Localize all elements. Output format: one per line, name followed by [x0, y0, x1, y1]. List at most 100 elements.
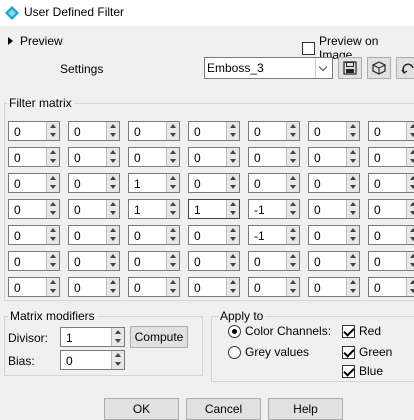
spin-arrows-icon[interactable] — [111, 351, 124, 369]
matrix-cell[interactable]: 0 — [8, 173, 60, 193]
matrix-cell[interactable]: 1 — [128, 199, 180, 219]
matrix-cell[interactable]: 1 — [188, 199, 240, 219]
matrix-cell[interactable]: 0 — [308, 199, 360, 219]
spin-arrows-icon[interactable] — [346, 148, 359, 166]
matrix-cell[interactable]: 0 — [128, 225, 180, 245]
spin-arrows-icon[interactable] — [166, 278, 179, 296]
spin-arrows-icon[interactable] — [166, 122, 179, 140]
matrix-cell[interactable]: 0 — [308, 277, 360, 297]
matrix-cell[interactable]: 0 — [368, 225, 414, 245]
matrix-cell[interactable]: 0 — [248, 121, 300, 141]
spin-arrows-icon[interactable] — [286, 148, 299, 166]
spin-arrows-icon[interactable] — [46, 122, 59, 140]
matrix-cell[interactable]: 0 — [308, 121, 360, 141]
settings-dropdown[interactable]: Emboss_3 — [204, 57, 333, 79]
spin-arrows-icon[interactable] — [166, 252, 179, 270]
spin-arrows-icon[interactable] — [286, 226, 299, 244]
spin-arrows-icon[interactable] — [226, 226, 239, 244]
matrix-cell[interactable]: 0 — [128, 121, 180, 141]
bias-spinbox[interactable]: 0 — [60, 350, 125, 370]
spin-arrows-icon[interactable] — [226, 174, 239, 192]
spin-arrows-icon[interactable] — [166, 226, 179, 244]
spin-arrows-icon[interactable] — [406, 226, 414, 244]
spin-arrows-icon[interactable] — [46, 148, 59, 166]
matrix-cell[interactable]: 0 — [188, 121, 240, 141]
matrix-cell[interactable]: 0 — [68, 277, 120, 297]
matrix-cell[interactable]: 0 — [368, 147, 414, 167]
spin-arrows-icon[interactable] — [406, 278, 414, 296]
matrix-cell[interactable]: 0 — [68, 173, 120, 193]
cancel-button[interactable]: Cancel — [186, 398, 261, 420]
spin-arrows-icon[interactable] — [46, 174, 59, 192]
spin-arrows-icon[interactable] — [406, 148, 414, 166]
matrix-cell[interactable]: 0 — [188, 147, 240, 167]
spin-arrows-icon[interactable] — [106, 226, 119, 244]
spin-arrows-icon[interactable] — [46, 200, 59, 218]
red-checkbox[interactable]: Red — [342, 324, 381, 338]
spin-arrows-icon[interactable] — [346, 278, 359, 296]
matrix-cell[interactable]: 0 — [8, 277, 60, 297]
matrix-cell[interactable]: 0 — [128, 147, 180, 167]
matrix-cell[interactable]: 0 — [188, 277, 240, 297]
color-channels-radio[interactable]: Color Channels: — [228, 324, 331, 338]
matrix-cell[interactable]: 0 — [188, 225, 240, 245]
spin-arrows-icon[interactable] — [106, 252, 119, 270]
spin-arrows-icon[interactable] — [346, 200, 359, 218]
check-icon[interactable] — [342, 324, 355, 338]
spin-arrows-icon[interactable] — [406, 252, 414, 270]
matrix-cell[interactable]: 0 — [8, 121, 60, 141]
preview-on-image-check[interactable] — [302, 41, 315, 55]
spin-arrows-icon[interactable] — [166, 174, 179, 192]
matrix-cell[interactable]: 0 — [8, 225, 60, 245]
matrix-cell[interactable]: 0 — [368, 173, 414, 193]
matrix-cell[interactable]: 0 — [68, 225, 120, 245]
matrix-cell[interactable]: 0 — [308, 147, 360, 167]
spin-arrows-icon[interactable] — [226, 122, 239, 140]
matrix-cell[interactable]: -1 — [248, 225, 300, 245]
load-preset-button[interactable] — [367, 57, 391, 79]
chevron-down-icon[interactable] — [315, 58, 332, 78]
spin-arrows-icon[interactable] — [226, 148, 239, 166]
spin-arrows-icon[interactable] — [406, 122, 414, 140]
grey-values-radio[interactable]: Grey values — [228, 345, 309, 359]
matrix-cell[interactable]: 0 — [308, 173, 360, 193]
matrix-cell[interactable]: 0 — [248, 147, 300, 167]
help-button[interactable]: Help — [268, 398, 343, 420]
matrix-cell[interactable]: 0 — [248, 173, 300, 193]
spin-arrows-icon[interactable] — [166, 200, 179, 218]
divisor-spinbox[interactable]: 1 — [60, 327, 125, 347]
matrix-cell[interactable]: 0 — [68, 251, 120, 271]
spin-arrows-icon[interactable] — [346, 122, 359, 140]
matrix-cell[interactable]: 0 — [368, 121, 414, 141]
spin-arrows-icon[interactable] — [111, 328, 124, 346]
matrix-cell[interactable]: 0 — [248, 277, 300, 297]
spin-arrows-icon[interactable] — [286, 252, 299, 270]
check-icon[interactable] — [342, 345, 355, 359]
reset-button[interactable] — [396, 57, 414, 79]
spin-arrows-icon[interactable] — [286, 278, 299, 296]
spin-arrows-icon[interactable] — [286, 174, 299, 192]
matrix-cell[interactable]: 0 — [368, 251, 414, 271]
radio-selected-icon[interactable] — [228, 324, 241, 338]
spin-arrows-icon[interactable] — [106, 200, 119, 218]
spin-arrows-icon[interactable] — [46, 278, 59, 296]
spin-arrows-icon[interactable] — [106, 122, 119, 140]
green-checkbox[interactable]: Green — [342, 345, 392, 359]
matrix-cell[interactable]: 0 — [68, 199, 120, 219]
spin-arrows-icon[interactable] — [46, 226, 59, 244]
radio-unselected-icon[interactable] — [228, 345, 241, 359]
matrix-cell[interactable]: 0 — [8, 251, 60, 271]
matrix-cell[interactable]: 0 — [8, 199, 60, 219]
spin-arrows-icon[interactable] — [346, 174, 359, 192]
spin-arrows-icon[interactable] — [226, 200, 239, 218]
spin-arrows-icon[interactable] — [166, 148, 179, 166]
check-icon[interactable] — [342, 364, 355, 378]
compute-button[interactable]: Compute — [130, 326, 188, 348]
matrix-cell[interactable]: 0 — [368, 199, 414, 219]
spin-arrows-icon[interactable] — [286, 200, 299, 218]
blue-checkbox[interactable]: Blue — [342, 364, 383, 378]
spin-arrows-icon[interactable] — [406, 174, 414, 192]
matrix-cell[interactable]: 0 — [128, 251, 180, 271]
matrix-cell[interactable]: 0 — [188, 251, 240, 271]
matrix-cell[interactable]: 0 — [248, 251, 300, 271]
